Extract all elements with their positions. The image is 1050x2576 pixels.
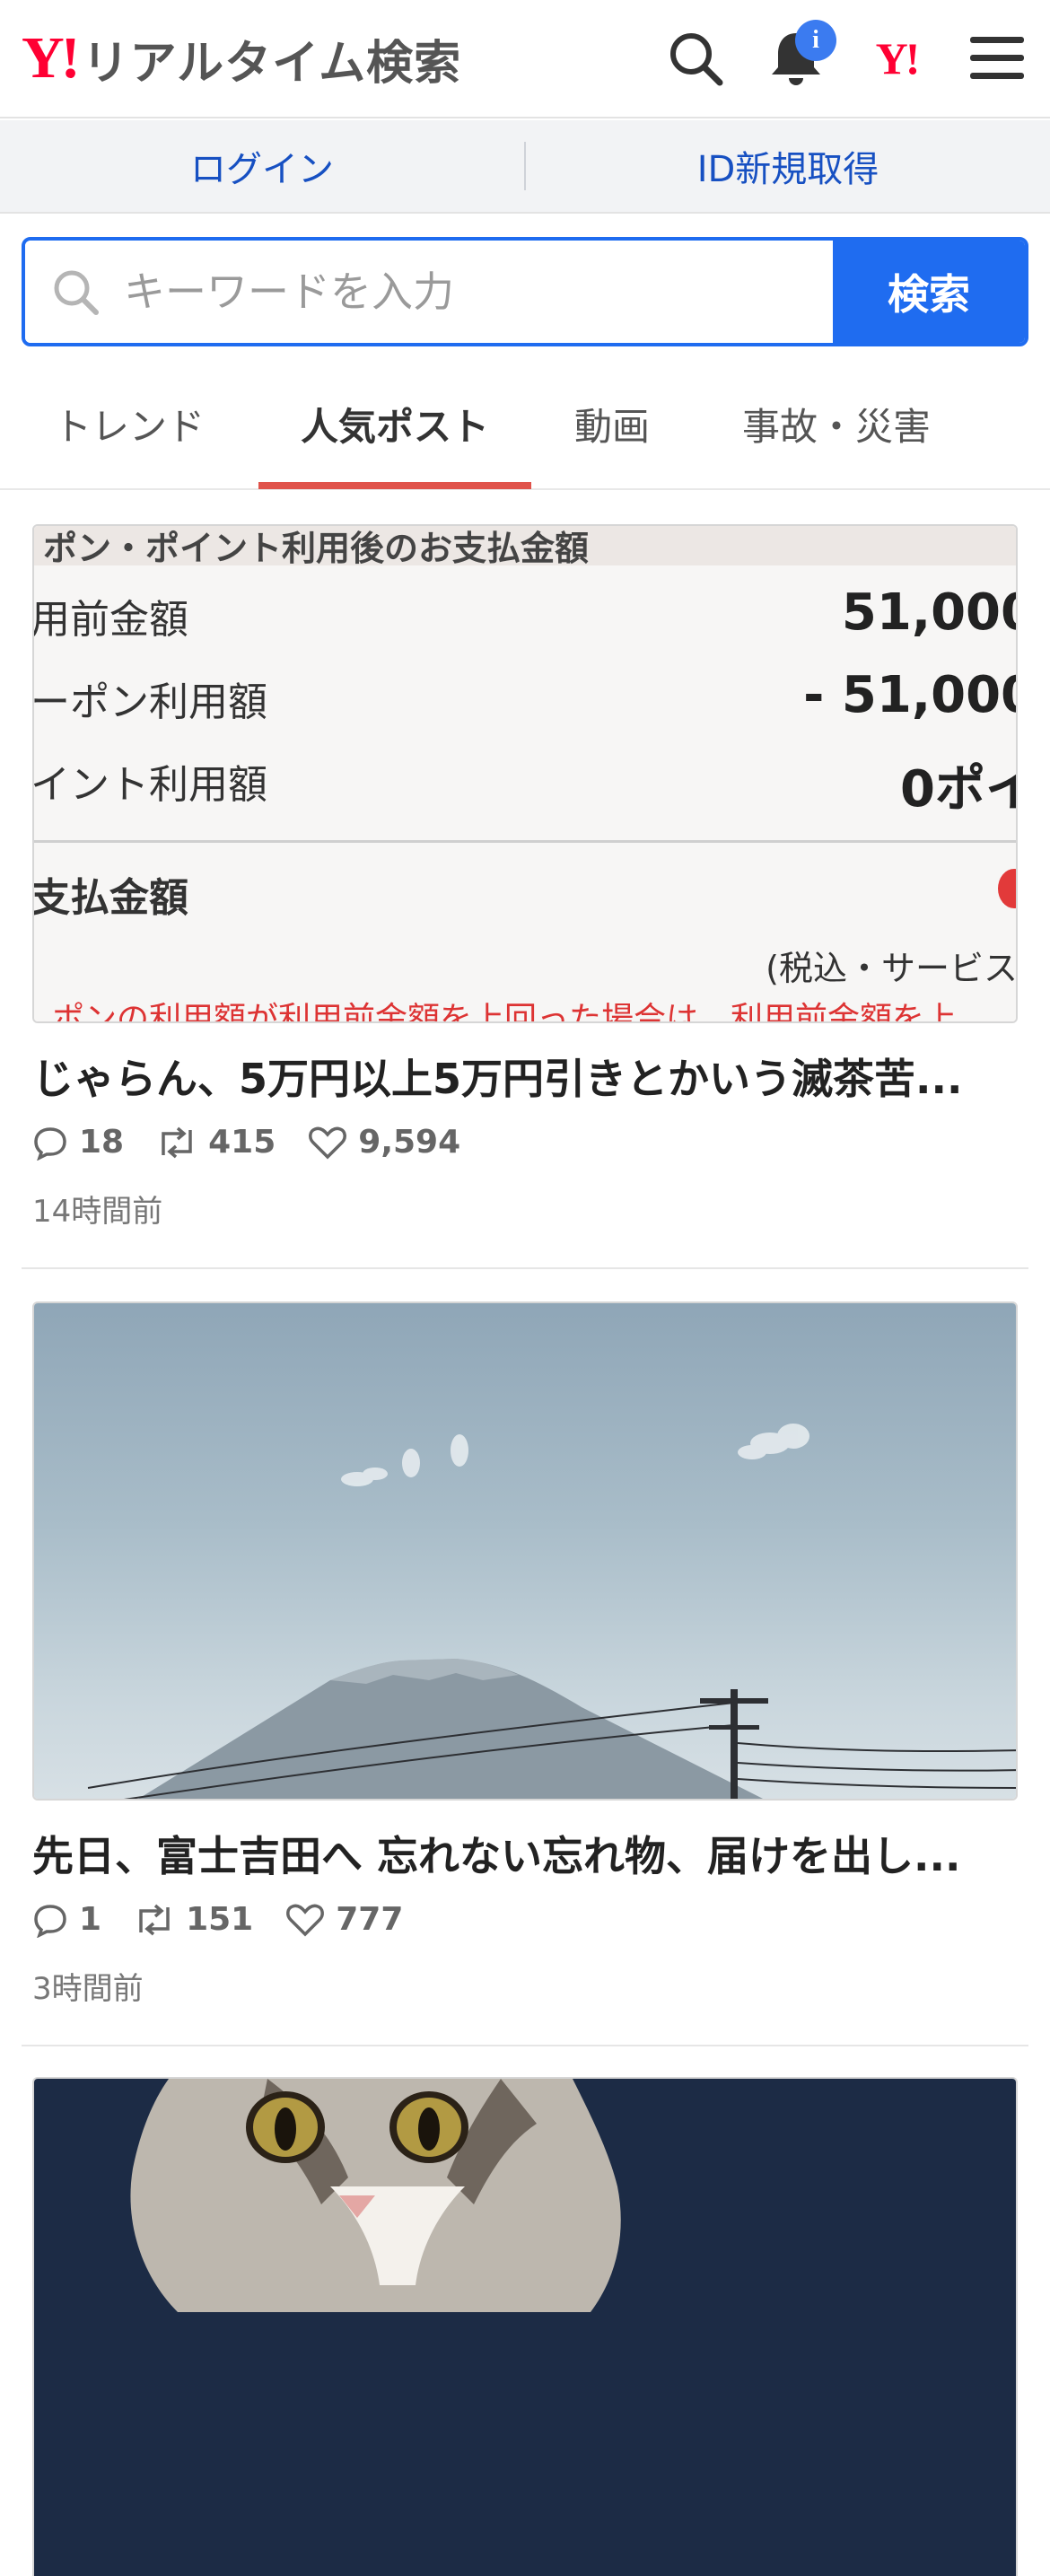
bell-icon[interactable]: i <box>765 20 836 90</box>
receipt-total-label: 支払金額 <box>32 875 188 921</box>
like-icon <box>309 1126 347 1159</box>
reply-count: 1 <box>79 1901 102 1938</box>
receipt-header-band: ポン・ポイント利用後のお支払金額 <box>34 526 1016 568</box>
like-icon <box>286 1904 325 1936</box>
reply-stat[interactable]: 1 <box>32 1901 101 1938</box>
search-field-icon <box>54 270 99 315</box>
post-stats: 18 415 9,594 <box>32 1124 493 1161</box>
repost-stat[interactable]: 151 <box>134 1901 253 1938</box>
search-field <box>25 241 833 343</box>
post-divider <box>22 2045 1028 2046</box>
repost-count: 415 <box>208 1124 276 1161</box>
like-stat[interactable]: 9,594 <box>308 1124 460 1161</box>
category-tabs: トレンド 人気ポスト 動画 事故・災害 <box>0 359 1050 490</box>
post-title[interactable]: じゃらん、5万円以上5万円引きとかいう滅茶苦... <box>32 1047 1019 1106</box>
tab-popular-posts[interactable]: 人気ポスト <box>258 358 531 489</box>
search-icon[interactable] <box>664 27 727 90</box>
post-image-cat[interactable] <box>32 2077 1018 2576</box>
post-title[interactable]: 先日、富士吉田へ 忘れない忘れ物、届けを出し... <box>32 1824 1019 1883</box>
tab-trend[interactable]: トレンド <box>0 358 258 489</box>
like-count: 9,594 <box>358 1124 461 1161</box>
receipt-row-value: 51,000 <box>841 583 1018 642</box>
reply-stat[interactable]: 18 <box>32 1124 124 1161</box>
receipt-tax-note: (税込・サービス料 <box>766 949 1018 988</box>
receipt-row-value: 0ポイ <box>900 760 1016 819</box>
brand-logo[interactable]: Y! リアルタイム検索 <box>22 25 461 92</box>
tab-accident-disaster[interactable]: 事故・災害 <box>693 358 980 489</box>
tab-video[interactable]: 動画 <box>531 358 693 489</box>
receipt-row-label: ーポン利用額 <box>32 679 267 725</box>
yahoo-home-icon[interactable]: Y! <box>865 27 928 90</box>
post-stats: 1 151 777 <box>32 1901 435 1938</box>
post-divider <box>22 1267 1028 1269</box>
reply-count: 18 <box>79 1124 125 1161</box>
search-input[interactable] <box>124 267 752 316</box>
post-image-mount-fuji[interactable] <box>32 1301 1018 1801</box>
login-link[interactable]: ログイン <box>0 140 524 192</box>
repost-icon <box>162 1126 192 1158</box>
cat-photo <box>34 2079 1016 2576</box>
repost-stat[interactable]: 415 <box>156 1124 276 1161</box>
register-link[interactable]: ID新規取得 <box>526 140 1050 192</box>
login-bar: ログイン ID新規取得 <box>0 120 1050 214</box>
receipt-footer-note: ポンの利用額が利用前金額を上回った場合は、利用前金額を上 <box>52 1001 958 1023</box>
notification-badge: i <box>795 20 836 61</box>
app-header: Y! リアルタイム検索 i Y! <box>0 0 1050 118</box>
repost-count: 151 <box>186 1901 254 1938</box>
post-time: 14時間前 <box>32 1194 163 1230</box>
repost-icon <box>139 1904 170 1935</box>
app-title: リアルタイム検索 <box>82 36 462 91</box>
mount-fuji-photo <box>34 1303 1016 1799</box>
header-actions: i Y! <box>664 20 1028 90</box>
yahoo-logo-mark: Y! <box>22 25 81 91</box>
receipt-total-marker <box>998 869 1016 908</box>
menu-icon[interactable] <box>966 27 1028 90</box>
like-stat[interactable]: 777 <box>285 1901 403 1938</box>
search-bar: 検索 <box>22 237 1028 346</box>
receipt-divider <box>34 840 1016 843</box>
receipt-row-label: 用前金額 <box>32 597 188 643</box>
receipt-screenshot: ポン・ポイント利用後のお支払金額 用前金額 51,000 ーポン利用額 - 51… <box>34 526 1016 1021</box>
reply-icon <box>34 1904 66 1938</box>
post-image-receipt[interactable]: ポン・ポイント利用後のお支払金額 用前金額 51,000 ーポン利用額 - 51… <box>32 524 1018 1023</box>
like-count: 777 <box>336 1901 404 1938</box>
reply-icon <box>34 1126 66 1161</box>
search-button[interactable]: 検索 <box>833 241 1025 343</box>
post-time: 3時間前 <box>32 1971 144 2007</box>
receipt-row-value: - 51,000 <box>803 666 1018 724</box>
yahoo-small-logo: Y! <box>875 33 921 83</box>
receipt-row-label: イント利用額 <box>32 762 267 808</box>
receipt-header: ポン・ポイント利用後のお支払金額 <box>43 529 590 568</box>
